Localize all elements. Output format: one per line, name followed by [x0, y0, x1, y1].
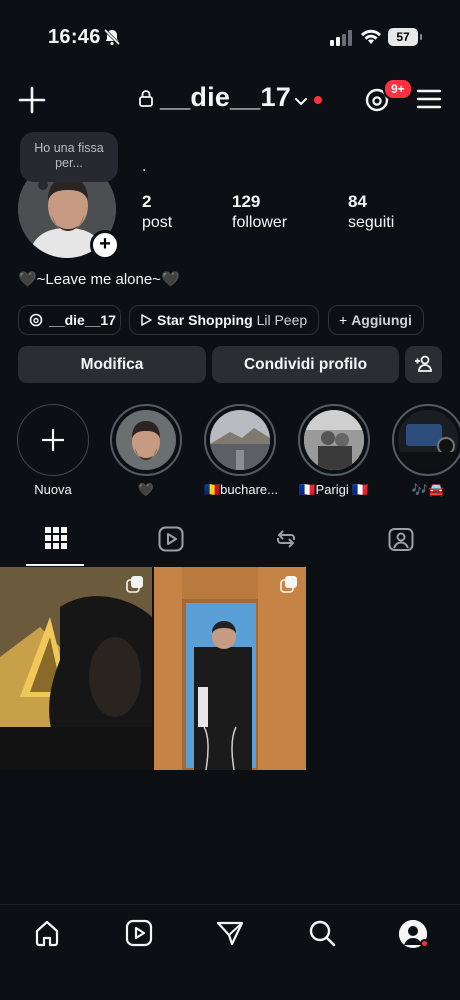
cellular-signal-icon — [330, 30, 352, 51]
profile-avatar-tab[interactable] — [399, 919, 429, 949]
create-plus-icon[interactable] — [18, 86, 46, 119]
account-notification-dot — [314, 96, 322, 104]
tab-reels[interactable] — [125, 522, 217, 566]
profile-note-bubble[interactable]: Ho una fissa per... — [20, 132, 118, 190]
stat-label: follower — [232, 214, 288, 231]
highlight-label: Nuova — [34, 482, 72, 497]
play-icon — [141, 314, 152, 326]
highlight-new[interactable]: Nuova — [17, 404, 89, 497]
add-link-chip[interactable]: + Aggiungi — [328, 305, 424, 335]
chevron-down-icon[interactable] — [294, 94, 308, 112]
discover-people-button[interactable] — [405, 346, 442, 383]
post-thumbnail[interactable] — [0, 567, 152, 770]
lock-icon — [139, 89, 153, 112]
profile-header: __die__17 9+ — [0, 76, 460, 124]
stat-value: 2 — [142, 192, 152, 211]
highlight-item[interactable]: 🎶🚘 — [392, 404, 460, 498]
highlight-cover — [398, 410, 458, 470]
stat-posts[interactable]: 2 post — [142, 192, 172, 232]
stat-following[interactable]: 84 seguiti — [348, 192, 394, 232]
search-icon[interactable] — [308, 919, 336, 952]
profile-name: . — [142, 158, 147, 175]
highlight-label: 🖤 — [137, 482, 155, 497]
highlight-label: 🇫🇷Parigi 🇫🇷 — [299, 482, 369, 497]
profile-tabs — [0, 522, 460, 566]
repost-icon — [277, 530, 295, 548]
threads-chip-label: __die__17 — [49, 312, 116, 328]
highlight-cover — [304, 410, 364, 470]
multiple-posts-icon — [126, 575, 144, 598]
reels-icon[interactable] — [125, 919, 153, 952]
highlight-cover — [210, 410, 270, 470]
tagged-icon — [388, 528, 414, 551]
stat-value: 84 — [348, 192, 367, 211]
tab-reposts[interactable] — [240, 522, 332, 566]
profile-bio: 🖤~Leave me alone~🖤 — [18, 271, 180, 288]
threads-chip[interactable]: __die__17 — [18, 305, 121, 335]
edit-profile-button[interactable]: Modifica — [18, 346, 206, 383]
stat-followers[interactable]: 129 follower — [232, 192, 287, 232]
highlight-label: 🇷🇴buchare... — [204, 482, 279, 497]
share-profile-button[interactable]: Condividi profilo — [212, 346, 399, 383]
wifi-icon — [360, 28, 382, 51]
status-bar: 16:46 57 — [0, 0, 460, 70]
note-text: Ho una fissa per... — [34, 141, 104, 170]
plus-icon: + — [339, 312, 348, 328]
threads-badge: 9+ — [383, 78, 413, 100]
profile-notification-dot — [420, 939, 429, 948]
highlight-cover — [116, 410, 176, 470]
battery-indicator: 57 — [388, 28, 422, 46]
highlight-item[interactable]: 🖤 — [110, 404, 182, 498]
stat-label: post — [142, 214, 173, 231]
add-person-icon — [414, 355, 432, 372]
add-story-plus-icon[interactable]: + — [90, 230, 120, 260]
multiple-posts-icon — [280, 575, 298, 598]
post-thumbnail[interactable] — [154, 567, 306, 770]
highlight-item[interactable]: 🇫🇷Parigi 🇫🇷 — [298, 404, 370, 498]
stat-value: 129 — [232, 192, 261, 211]
bottom-navigation — [0, 904, 460, 1000]
bell-muted-icon — [103, 28, 121, 51]
highlight-label: 🎶🚘 — [411, 482, 445, 497]
highlight-ring — [298, 404, 370, 476]
stat-label: seguiti — [348, 214, 395, 231]
tab-grid[interactable] — [10, 522, 102, 566]
menu-icon[interactable] — [416, 88, 442, 115]
plus-icon — [42, 429, 64, 451]
highlight-ring — [17, 404, 89, 476]
direct-message-icon[interactable] — [216, 919, 244, 952]
highlight-ring — [392, 404, 460, 476]
music-artist: Lil Peep — [256, 312, 308, 328]
tab-tagged[interactable] — [355, 522, 447, 566]
add-chip-label: Aggiungi — [351, 312, 412, 328]
reels-icon — [158, 526, 184, 552]
threads-icon — [29, 313, 43, 327]
home-icon[interactable] — [33, 919, 61, 952]
highlight-ring — [204, 404, 276, 476]
account-username[interactable]: __die__17 — [160, 82, 291, 113]
highlight-item[interactable]: 🇷🇴buchare... — [204, 404, 279, 498]
music-chip[interactable]: Star Shopping Lil Peep — [129, 305, 319, 335]
status-time: 16:46 — [48, 26, 101, 48]
music-title: Star Shopping — [157, 312, 253, 328]
grid-icon — [45, 527, 67, 549]
highlight-ring — [110, 404, 182, 476]
